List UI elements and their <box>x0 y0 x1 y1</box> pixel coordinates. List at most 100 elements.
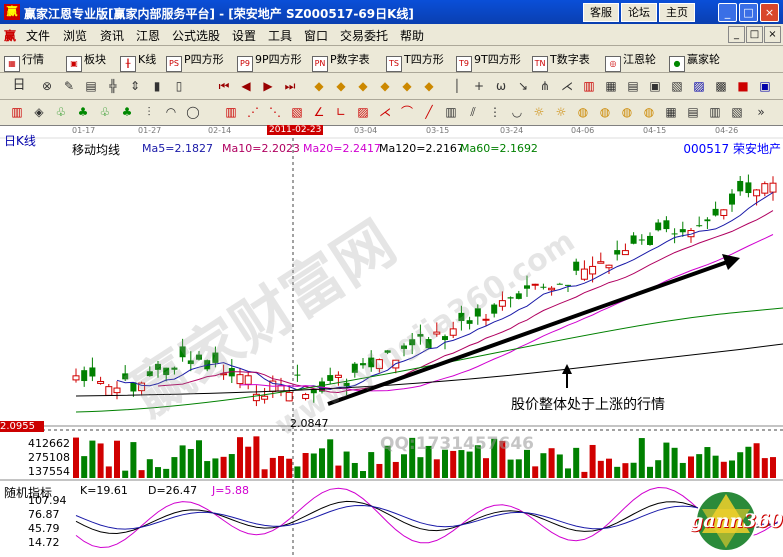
updown-icon[interactable]: ⇕ <box>126 77 144 95</box>
p-number-table-button[interactable]: PN P数字表 <box>312 51 370 72</box>
gann-square-icon[interactable]: ▨ <box>354 103 372 121</box>
menu-gann[interactable]: 江恩 <box>136 27 160 44</box>
gann-angle3-icon[interactable]: ⋌ <box>376 103 394 121</box>
menu-window[interactable]: 窗口 <box>304 27 328 44</box>
cursor-icon[interactable]: ✎ <box>60 77 78 95</box>
fan-lines-icon[interactable]: ⫶ <box>140 103 158 121</box>
globe4-icon[interactable]: ◍ <box>640 103 658 121</box>
print-icon[interactable]: ▧ <box>668 77 686 95</box>
last-icon[interactable]: ⏭ <box>281 77 299 95</box>
quotes-button[interactable]: ▦ 行情 <box>4 51 44 72</box>
gann-angle-icon[interactable]: ∠ <box>310 103 328 121</box>
dot-icon[interactable]: ◈ <box>30 103 48 121</box>
export-icon[interactable]: ▨ <box>690 77 708 95</box>
menu-trade[interactable]: 交易委托 <box>340 27 388 44</box>
screen-icon[interactable]: ▣ <box>646 77 664 95</box>
grid-tool-icon[interactable]: ▦ <box>662 103 680 121</box>
menu-file[interactable]: 文件 <box>26 27 50 44</box>
p-square-button[interactable]: PS P四方形 <box>166 51 224 72</box>
homepage-button[interactable]: 主页 <box>659 3 695 22</box>
circle-icon[interactable]: ◯ <box>184 103 202 121</box>
rays-icon[interactable]: ⋔ <box>536 77 554 95</box>
zoom-in-icon[interactable]: ◆ <box>310 77 328 95</box>
gann-arc-icon[interactable]: ⌒ <box>398 103 416 121</box>
pointer-icon[interactable]: ⊗ <box>38 77 56 95</box>
menu-help[interactable]: 帮助 <box>400 27 424 44</box>
globe-icon[interactable]: ◍ <box>574 103 592 121</box>
maximize-button[interactable]: □ <box>739 3 758 22</box>
first-icon[interactable]: ⏮ <box>215 77 233 95</box>
info-icon[interactable]: ▣ <box>756 77 774 95</box>
menu-news[interactable]: 资讯 <box>100 27 124 44</box>
period-select[interactable]: 日 <box>6 77 32 95</box>
child-restore-button[interactable]: □ <box>746 26 763 43</box>
vertical-line-icon[interactable]: │ <box>448 77 466 95</box>
child-close-button[interactable]: × <box>764 26 781 43</box>
diag-icon[interactable]: ↘ <box>514 77 532 95</box>
grid-tool3-icon[interactable]: ▥ <box>706 103 724 121</box>
globe2-icon[interactable]: ◍ <box>596 103 614 121</box>
compare-icon[interactable]: ▤ <box>82 77 100 95</box>
gann-angle2-icon[interactable]: ∟ <box>332 103 350 121</box>
fit-icon[interactable]: ◆ <box>420 77 438 95</box>
gann-box-icon[interactable]: ▧ <box>288 103 306 121</box>
prev-icon[interactable]: ◀ <box>237 77 255 95</box>
arc-tool-icon[interactable]: ◡ <box>508 103 526 121</box>
note-icon[interactable]: ▤ <box>624 77 642 95</box>
grid-tool2-icon[interactable]: ▤ <box>684 103 702 121</box>
forum-button[interactable]: 论坛 <box>621 3 657 22</box>
sun2-icon[interactable]: ☼ <box>552 103 570 121</box>
close-button[interactable]: × <box>760 3 779 22</box>
grid-tool4-icon[interactable]: ▧ <box>728 103 746 121</box>
more-icon[interactable]: » <box>752 103 770 121</box>
t-number-table-button[interactable]: TN T数字表 <box>532 51 590 72</box>
candle-body-down <box>696 225 703 227</box>
t9-square-button[interactable]: T9 9T四方形 <box>456 51 521 72</box>
kline-button[interactable]: ╫ K线 <box>120 51 156 72</box>
arc-icon[interactable]: ◠ <box>162 103 180 121</box>
pattern-icon[interactable]: ╬ <box>104 77 122 95</box>
settings-icon[interactable]: ▩ <box>712 77 730 95</box>
fan-icon[interactable]: ⋌ <box>558 77 576 95</box>
menu-settings[interactable]: 设置 <box>232 27 256 44</box>
child-minimize-button[interactable]: _ <box>728 26 745 43</box>
tree4-icon[interactable]: ♣ <box>118 103 136 121</box>
gann-fan2-icon[interactable]: ⋱ <box>266 103 284 121</box>
drawing-line-icon[interactable]: ▥ <box>8 103 26 121</box>
winner-wheel-button[interactable]: ● 赢家轮 <box>669 51 720 72</box>
sun-icon[interactable]: ☼ <box>530 103 548 121</box>
volume-bar <box>114 440 120 478</box>
next-icon[interactable]: ▶ <box>259 77 277 95</box>
menu-tools[interactable]: 工具 <box>268 27 292 44</box>
tree3-icon[interactable]: ♧ <box>96 103 114 121</box>
shift-left-icon[interactable]: ◆ <box>354 77 372 95</box>
calendar-icon[interactable]: ▥ <box>580 77 598 95</box>
candle-icon[interactable]: ▮ <box>148 77 166 95</box>
gann-wheel-button[interactable]: ◎ 江恩轮 <box>605 51 656 72</box>
cycle-icon[interactable]: ⫽ <box>464 103 482 121</box>
minimize-button[interactable]: _ <box>718 3 737 22</box>
stop-icon[interactable]: ■ <box>734 77 752 95</box>
p9-square-button[interactable]: P9 9P四方形 <box>237 51 302 72</box>
scale-icon[interactable]: ◆ <box>398 77 416 95</box>
chart-area[interactable]: 01-17 01-27 02-14 2011-02-23 03-04 03-15… <box>0 125 783 557</box>
calc-icon[interactable]: ▦ <box>602 77 620 95</box>
service-button[interactable]: 客服 <box>583 3 619 22</box>
ruler-icon[interactable]: ▥ <box>442 103 460 121</box>
globe3-icon[interactable]: ◍ <box>618 103 636 121</box>
menu-browse[interactable]: 浏览 <box>63 27 87 44</box>
wave-icon[interactable]: ω <box>492 77 510 95</box>
gann-fan-icon[interactable]: ⋰ <box>244 103 262 121</box>
time-icon[interactable]: ⋮ <box>486 103 504 121</box>
bars-icon[interactable]: ▯ <box>170 77 188 95</box>
t-square-button[interactable]: TS T四方形 <box>386 51 444 72</box>
cross-icon[interactable]: + <box>470 77 488 95</box>
menu-formula-screen[interactable]: 公式选股 <box>172 27 220 44</box>
shift-right-icon[interactable]: ◆ <box>376 77 394 95</box>
tree2-icon[interactable]: ♣ <box>74 103 92 121</box>
gann-grid-icon[interactable]: ▥ <box>222 103 240 121</box>
gann-line-icon[interactable]: ╱ <box>420 103 438 121</box>
tree-icon[interactable]: ♧ <box>52 103 70 121</box>
sector-button[interactable]: ▣ 板块 <box>66 51 106 72</box>
zoom-out-icon[interactable]: ◆ <box>332 77 350 95</box>
